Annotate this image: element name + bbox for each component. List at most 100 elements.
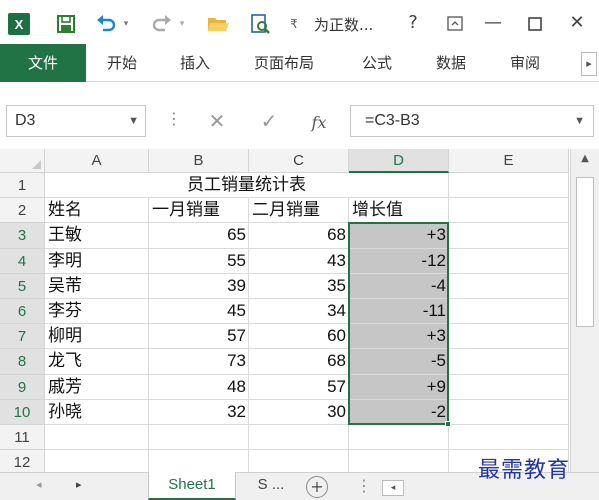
name-box[interactable]: D3 ▼ — [6, 105, 146, 137]
empty-cell[interactable] — [149, 450, 249, 472]
sales-cell[interactable]: 32 — [149, 399, 249, 425]
tab-home[interactable]: 开始 — [107, 52, 137, 74]
add-sheet-button[interactable]: + — [306, 476, 328, 498]
tab-data[interactable]: 数据 — [436, 52, 466, 74]
save-icon[interactable] — [52, 12, 80, 36]
redo-icon[interactable] — [148, 12, 176, 36]
horizontal-scroll-left-icon[interactable]: ◂ — [382, 480, 404, 496]
tab-formulas[interactable]: 公式 — [362, 52, 392, 74]
scroll-up-icon[interactable]: ▲ — [575, 153, 595, 171]
employee-name-cell[interactable]: 吴芾 — [45, 273, 149, 299]
ribbon-display-options-icon[interactable] — [440, 12, 470, 36]
tab-file[interactable]: 文件 — [0, 44, 86, 82]
row-header-4[interactable]: 4 — [0, 248, 45, 274]
row-header-6[interactable]: 6 — [0, 299, 45, 325]
minimize-icon[interactable]: — — [478, 12, 508, 36]
growth-cell[interactable]: +9 — [349, 374, 449, 400]
header-cell[interactable]: 姓名 — [45, 198, 149, 224]
employee-name-cell[interactable]: 李明 — [45, 248, 149, 274]
sales-cell[interactable]: 57 — [249, 374, 349, 400]
row-header-2[interactable]: 2 — [0, 198, 45, 224]
worksheet-grid[interactable]: A B C D E 1 2 3 4 5 6 7 8 9 10 11 12 员工销量统计表 姓名 一月销量 二月销量 增长值… — [0, 149, 570, 472]
sales-cell[interactable]: 68 — [249, 349, 349, 375]
split-grip-icon[interactable]: ⋮ — [356, 476, 372, 495]
sheet-title-cell[interactable]: 员工销量统计表 — [45, 173, 449, 199]
preview-icon[interactable] — [246, 12, 274, 36]
empty-cell[interactable] — [449, 223, 569, 249]
empty-cell[interactable] — [449, 324, 569, 350]
scroll-sheets-left-icon[interactable]: ◂ — [36, 478, 42, 491]
cancel-entry-button[interactable]: ✕ — [200, 105, 234, 137]
empty-cell[interactable] — [249, 450, 349, 472]
employee-name-cell[interactable]: 李芬 — [45, 299, 149, 325]
sales-cell[interactable]: 30 — [249, 399, 349, 425]
empty-cell[interactable] — [45, 425, 149, 451]
row-header-1[interactable]: 1 — [0, 173, 45, 199]
redo-dropdown-icon[interactable]: ▾ — [176, 12, 188, 36]
sales-cell[interactable]: 55 — [149, 248, 249, 274]
tab-insert[interactable]: 插入 — [180, 52, 210, 74]
scroll-sheets-right-icon[interactable]: ▸ — [76, 478, 82, 491]
empty-cell[interactable] — [149, 425, 249, 451]
chevron-down-icon[interactable]: ▼ — [128, 106, 139, 136]
growth-cell[interactable]: -5 — [349, 349, 449, 375]
row-header-8[interactable]: 8 — [0, 349, 45, 375]
employee-name-cell[interactable]: 王敏 — [45, 223, 149, 249]
empty-cell[interactable] — [349, 425, 449, 451]
vertical-scrollbar[interactable]: ▲ — [570, 149, 599, 472]
empty-cell[interactable] — [449, 248, 569, 274]
empty-cell[interactable] — [45, 450, 149, 472]
row-header-10[interactable]: 10 — [0, 399, 45, 425]
undo-dropdown-icon[interactable]: ▾ — [120, 12, 132, 36]
formula-bar-grip-icon[interactable]: ⋮ — [166, 109, 182, 128]
sales-cell[interactable]: 57 — [149, 324, 249, 350]
sales-cell[interactable]: 35 — [249, 273, 349, 299]
empty-cell[interactable] — [449, 349, 569, 375]
formula-input[interactable]: =C3-B3 ▼ — [350, 105, 594, 137]
row-header-7[interactable]: 7 — [0, 324, 45, 350]
sales-cell[interactable]: 68 — [249, 223, 349, 249]
column-header-e[interactable]: E — [449, 149, 569, 173]
column-header-a[interactable]: A — [45, 149, 149, 173]
sales-cell[interactable]: 73 — [149, 349, 249, 375]
cell-e1[interactable] — [449, 173, 569, 199]
maximize-icon[interactable] — [520, 12, 550, 36]
row-header-5[interactable]: 5 — [0, 273, 45, 299]
growth-cell[interactable]: -4 — [349, 273, 449, 299]
row-header-11[interactable]: 11 — [0, 425, 45, 451]
employee-name-cell[interactable]: 龙飞 — [45, 349, 149, 375]
employee-name-cell[interactable]: 戚芳 — [45, 374, 149, 400]
row-header-3[interactable]: 3 — [0, 223, 45, 249]
column-header-b[interactable]: B — [149, 149, 249, 173]
help-button[interactable]: ? — [398, 12, 428, 36]
undo-icon[interactable] — [92, 12, 120, 36]
header-cell[interactable]: 二月销量 — [249, 198, 349, 224]
column-header-c[interactable]: C — [249, 149, 349, 173]
scrollbar-thumb[interactable] — [576, 177, 594, 327]
growth-cell[interactable]: -2 — [349, 399, 449, 425]
select-all-button[interactable] — [0, 149, 45, 173]
empty-cell[interactable] — [449, 399, 569, 425]
growth-cell[interactable]: +3 — [349, 223, 449, 249]
customize-quick-access-icon[interactable]: ₹ — [286, 12, 302, 36]
tab-page-layout[interactable]: 页面布局 — [254, 52, 314, 74]
tab-more-sheets[interactable]: S ... — [244, 472, 298, 500]
column-header-d[interactable]: D — [349, 149, 449, 173]
row-header-9[interactable]: 9 — [0, 374, 45, 400]
empty-cell[interactable] — [449, 273, 569, 299]
header-cell[interactable]: 增长值 — [349, 198, 449, 224]
sales-cell[interactable]: 43 — [249, 248, 349, 274]
sales-cell[interactable]: 45 — [149, 299, 249, 325]
confirm-entry-button[interactable]: ✓ — [252, 105, 286, 137]
row-header-12[interactable]: 12 — [0, 450, 45, 472]
growth-cell[interactable]: +3 — [349, 324, 449, 350]
growth-cell[interactable]: -12 — [349, 248, 449, 274]
empty-cell[interactable] — [349, 450, 449, 472]
header-cell[interactable]: 一月销量 — [149, 198, 249, 224]
sales-cell[interactable]: 65 — [149, 223, 249, 249]
sales-cell[interactable]: 39 — [149, 273, 249, 299]
tab-review[interactable]: 审阅 — [510, 52, 540, 74]
empty-cell[interactable] — [449, 425, 569, 451]
empty-cell[interactable] — [249, 425, 349, 451]
empty-cell[interactable] — [449, 299, 569, 325]
